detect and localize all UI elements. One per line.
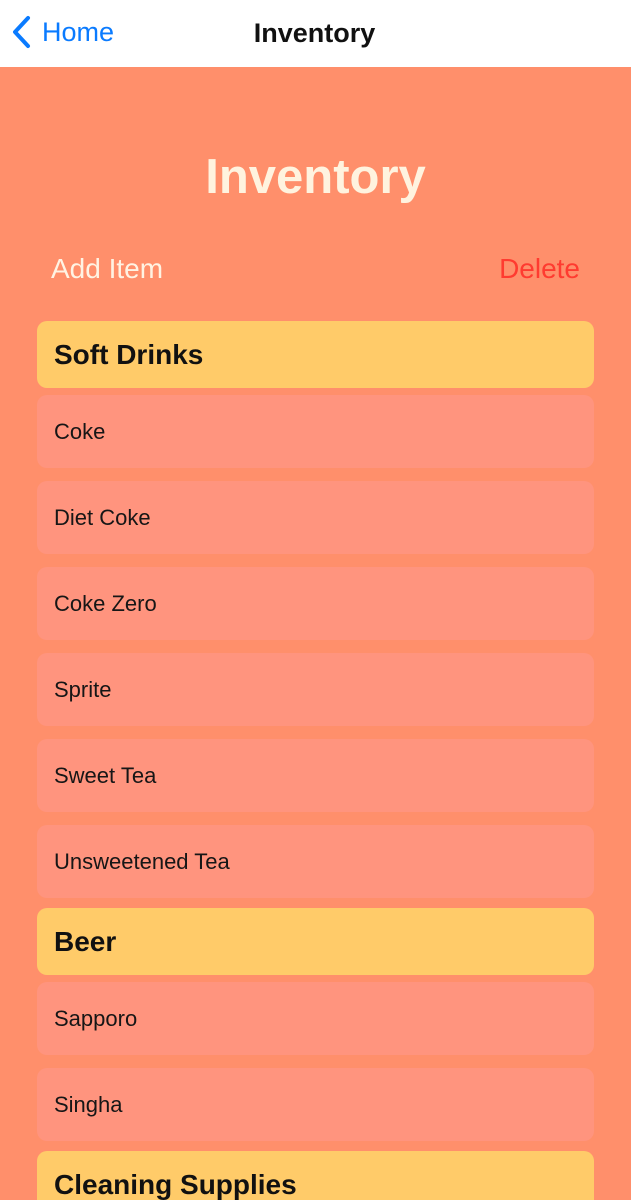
list-item[interactable]: Sprite (37, 653, 594, 726)
list-item[interactable]: Coke (37, 395, 594, 468)
nav-title: Inventory (253, 18, 376, 48)
section-header-beer: Beer (37, 908, 594, 975)
main-content: Inventory Add Item Delete Soft Drinks Co… (0, 67, 631, 1200)
list-item[interactable]: Diet Coke (37, 481, 594, 554)
delete-button[interactable]: Delete (499, 253, 580, 285)
list-item[interactable]: Sapporo (37, 982, 594, 1055)
list-item[interactable]: Unsweetened Tea (37, 825, 594, 898)
chevron-left-icon (13, 16, 30, 48)
list-item[interactable]: Sweet Tea (37, 739, 594, 812)
inventory-list: Soft Drinks Coke Diet Coke Coke Zero Spr… (37, 321, 594, 1200)
section-header-soft-drinks: Soft Drinks (37, 321, 594, 388)
list-item[interactable]: Coke Zero (37, 567, 594, 640)
list-item[interactable]: Singha (37, 1068, 594, 1141)
section-header-cleaning-supplies: Cleaning Supplies (37, 1151, 594, 1200)
back-button[interactable]: Home (10, 14, 114, 50)
add-item-button[interactable]: Add Item (51, 253, 163, 285)
back-button-label: Home (42, 16, 115, 47)
page-title: Inventory (205, 150, 426, 204)
navigation-bar: Home Inventory (0, 0, 631, 67)
